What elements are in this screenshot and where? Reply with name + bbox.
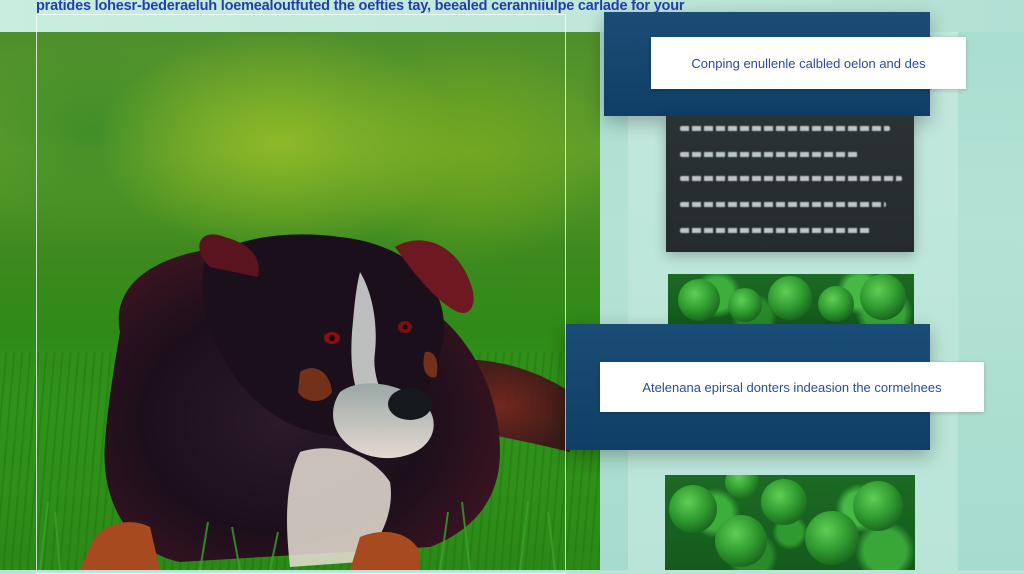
moss-clump xyxy=(853,481,903,531)
moss-thumbnail-bottom xyxy=(665,475,915,570)
photo-frame xyxy=(36,14,566,574)
text-line xyxy=(680,176,902,181)
moss-clump xyxy=(761,479,807,525)
top-card-label: Conping enullenle calbled oelon and des xyxy=(651,37,966,89)
text-line xyxy=(680,202,886,207)
moss-clump xyxy=(818,286,854,322)
moss-clump xyxy=(768,276,812,320)
moss-clump xyxy=(805,511,859,565)
middle-card-label: Atelenana epirsal donters indeasion the … xyxy=(600,362,984,412)
moss-clump xyxy=(715,515,767,567)
moss-clump xyxy=(669,485,717,533)
moss-clump xyxy=(725,475,759,499)
moss-thumbnail-top xyxy=(668,274,914,324)
top-card-label-text: Conping enullenle calbled oelon and des xyxy=(691,55,926,71)
text-line xyxy=(680,152,858,157)
moss-clump xyxy=(728,288,762,322)
moss-clump xyxy=(678,279,720,321)
text-line xyxy=(680,126,890,131)
text-line xyxy=(680,228,870,233)
blurred-text-block xyxy=(666,116,914,252)
moss-clump xyxy=(860,274,906,320)
middle-card-label-text: Atelenana epirsal donters indeasion the … xyxy=(642,379,942,395)
